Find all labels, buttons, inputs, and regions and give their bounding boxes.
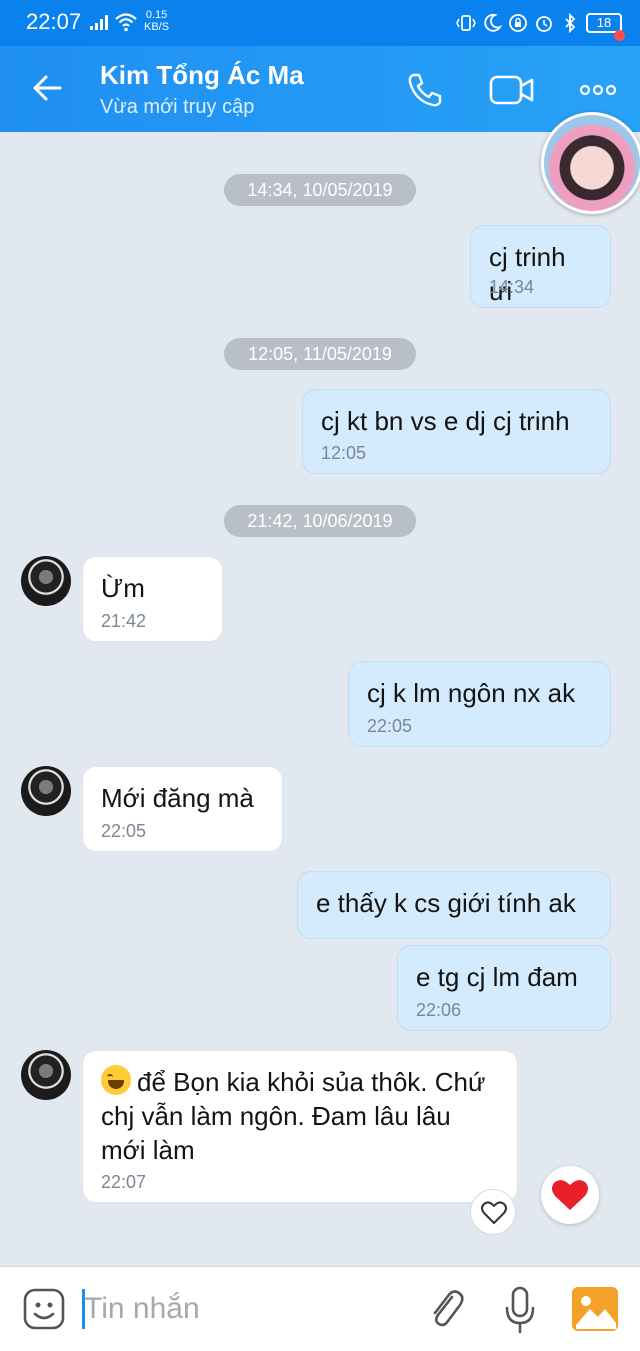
status-time: 22:07 bbox=[26, 9, 82, 34]
message-text: Ừm bbox=[101, 573, 145, 603]
message-time: 22:05 bbox=[101, 821, 147, 841]
message-time: 22:05 bbox=[367, 716, 413, 736]
message-text: cj k lm ngôn nx ak bbox=[367, 678, 576, 708]
lock-rotation-icon bbox=[509, 14, 527, 32]
message-time: 22:07 bbox=[101, 1172, 147, 1192]
vibrate-icon bbox=[456, 15, 476, 31]
network-speed: 0.15 KB/S bbox=[144, 9, 169, 33]
message-time: 21:42 bbox=[101, 611, 147, 631]
microphone-icon[interactable] bbox=[500, 1285, 540, 1335]
wifi-icon bbox=[115, 13, 137, 32]
speed-value: 0.15 bbox=[145, 9, 168, 21]
paperclip-icon[interactable] bbox=[424, 1285, 468, 1333]
message-time: 22:06 bbox=[416, 1000, 462, 1020]
contact-avatar[interactable] bbox=[21, 1050, 71, 1100]
message-text: Mới đăng mà bbox=[101, 783, 254, 813]
date-separator: 12:05, 11/05/2019 bbox=[224, 338, 416, 370]
outgoing-message[interactable]: cj trinh ưi 14:34 bbox=[470, 225, 611, 308]
incoming-message[interactable]: để Bọn kia khỏi sủa thôk. Chứ chj vẫn là… bbox=[82, 1050, 518, 1203]
outgoing-message[interactable]: e thấy k cs giới tính ak bbox=[297, 871, 611, 939]
outgoing-message[interactable]: e tg cj lm đam 22:06 bbox=[397, 945, 611, 1031]
message-text: e tg cj lm đam bbox=[416, 962, 578, 992]
contact-avatar[interactable] bbox=[21, 556, 71, 606]
message-text: để Bọn kia khỏi sủa thôk. Chứ chj vẫn là… bbox=[101, 1065, 501, 1167]
heart-reaction-icon[interactable] bbox=[541, 1166, 599, 1224]
floating-chat-head-avatar[interactable] bbox=[541, 112, 640, 214]
message-text: cj kt bn vs e dj cj trinh bbox=[321, 406, 570, 436]
contact-status: Vừa mới truy cập bbox=[100, 96, 255, 118]
message-composer bbox=[0, 1266, 640, 1351]
outgoing-message[interactable]: cj k lm ngôn nx ak 22:05 bbox=[348, 661, 611, 747]
sticker-icon[interactable] bbox=[22, 1287, 66, 1331]
phone-call-icon[interactable] bbox=[405, 70, 445, 110]
status-icons: 18 bbox=[456, 10, 622, 36]
message-text-body: để Bọn kia khỏi sủa thôk. Chứ chj vẫn là… bbox=[101, 1067, 486, 1165]
message-input[interactable] bbox=[84, 1287, 384, 1331]
status-bar: 22:07 0.15 KB/S 18 bbox=[0, 0, 640, 46]
outgoing-message[interactable]: cj kt bn vs e dj cj trinh 12:05 bbox=[302, 389, 611, 474]
contact-avatar[interactable] bbox=[21, 766, 71, 816]
more-options-icon[interactable] bbox=[578, 76, 618, 100]
message-time: 14:34 bbox=[489, 277, 535, 297]
moon-icon bbox=[484, 13, 502, 32]
date-separator: 14:34, 10/05/2019 bbox=[224, 174, 416, 206]
back-arrow-icon[interactable] bbox=[30, 70, 66, 106]
face-with-tears-of-joy-icon bbox=[101, 1065, 131, 1095]
heart-outline-icon[interactable] bbox=[470, 1189, 516, 1235]
chat-header: Kim Tổng Ác Ma Vừa mới truy cập bbox=[0, 30, 640, 132]
message-time: 12:05 bbox=[321, 443, 367, 463]
message-text: cj trinh ưi bbox=[489, 242, 566, 306]
image-gallery-icon[interactable] bbox=[572, 1287, 618, 1331]
bluetooth-icon bbox=[565, 13, 576, 33]
video-call-icon[interactable] bbox=[488, 72, 536, 108]
signal-icon bbox=[90, 15, 108, 30]
incoming-message[interactable]: Ừm 21:42 bbox=[82, 556, 223, 642]
date-separator: 21:42, 10/06/2019 bbox=[224, 505, 416, 537]
message-text: e thấy k cs giới tính ak bbox=[316, 888, 576, 918]
notification-dot bbox=[614, 30, 625, 41]
incoming-message[interactable]: Mới đăng mà 22:05 bbox=[82, 766, 283, 852]
speed-unit: KB/S bbox=[144, 21, 170, 33]
contact-name[interactable]: Kim Tổng Ác Ma bbox=[100, 60, 304, 91]
alarm-icon bbox=[536, 16, 552, 32]
